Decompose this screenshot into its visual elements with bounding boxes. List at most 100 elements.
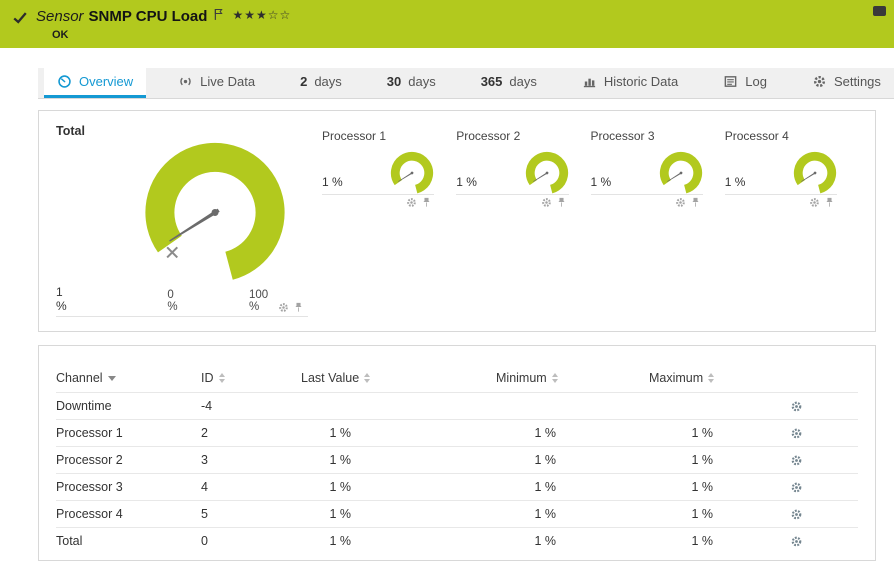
ok-check-icon xyxy=(12,10,28,26)
processor-gauge-dial xyxy=(525,151,569,195)
cell-last-value: 1 % xyxy=(301,534,421,548)
cell-channel[interactable]: Total xyxy=(56,534,201,548)
cell-last-value: 1 % xyxy=(301,426,421,440)
cell-id: -4 xyxy=(201,399,301,413)
table-row[interactable]: Downtime -4 xyxy=(56,392,858,419)
small-gauge-label: Processor 1 xyxy=(322,129,434,143)
tab-number: 30 xyxy=(387,74,401,89)
tab-settings[interactable]: Settings xyxy=(799,68,894,98)
cell-minimum: 1 % xyxy=(421,534,591,548)
channel-table-header: Channel ID Last Value Minimum Maximum xyxy=(56,364,858,392)
small-gauge-label: Processor 3 xyxy=(591,129,703,143)
flag-icon[interactable] xyxy=(214,8,223,21)
sort-toggle-icon[interactable] xyxy=(364,373,370,383)
priority-stars[interactable]: ★★★☆☆ xyxy=(232,8,291,22)
pin-icon[interactable] xyxy=(824,197,835,208)
cell-maximum: 1 % xyxy=(591,480,746,494)
pin-icon[interactable] xyxy=(556,197,567,208)
channel-settings-icon[interactable] xyxy=(790,481,803,494)
tab-label: Settings xyxy=(834,74,881,89)
gauges-panel: Total 1 % 0 % 100 % Processor xyxy=(38,110,876,332)
channel-settings-icon[interactable] xyxy=(790,535,803,548)
channel-table-body: Downtime -4 Processor 1 2 1 % 1 % 1 % Pr… xyxy=(56,392,858,554)
column-header-channel[interactable]: Channel xyxy=(56,371,103,385)
cell-minimum: 1 % xyxy=(421,426,591,440)
pin-icon[interactable] xyxy=(421,197,432,208)
cell-id: 2 xyxy=(201,426,301,440)
column-header-id[interactable]: ID xyxy=(201,371,214,385)
cell-channel[interactable]: Processor 4 xyxy=(56,507,201,521)
gauge-settings-icon[interactable] xyxy=(809,197,820,208)
gauge-settings-icon[interactable] xyxy=(541,197,552,208)
table-row[interactable]: Processor 2 3 1 % 1 % 1 % xyxy=(56,446,858,473)
cell-minimum: 1 % xyxy=(421,453,591,467)
processor-gauge: Processor 2 1 % xyxy=(456,129,590,317)
gauge-min-label: 0 % xyxy=(167,289,185,313)
small-gauge-value: 1 % xyxy=(725,175,746,189)
cell-channel[interactable]: Downtime xyxy=(56,399,201,413)
tab-2-days[interactable]: 2 days xyxy=(287,68,355,98)
small-gauge-value: 1 % xyxy=(456,175,477,189)
tab-label: days xyxy=(408,74,435,89)
cell-last-value: 1 % xyxy=(301,507,421,521)
tab-overview[interactable]: Overview xyxy=(44,68,146,98)
column-header-last-value[interactable]: Last Value xyxy=(301,371,359,385)
gauge-settings-icon[interactable] xyxy=(278,302,289,313)
table-row[interactable]: Processor 3 4 1 % 1 % 1 % xyxy=(56,473,858,500)
cell-maximum: 1 % xyxy=(591,507,746,521)
small-gauge-value: 1 % xyxy=(591,175,612,189)
cell-maximum: 1 % xyxy=(591,426,746,440)
gauge-settings-icon[interactable] xyxy=(675,197,686,208)
pin-icon[interactable] xyxy=(690,197,701,208)
overview-gauge-icon xyxy=(57,74,72,89)
cell-id: 5 xyxy=(201,507,301,521)
cell-channel[interactable]: Processor 3 xyxy=(56,480,201,494)
cell-maximum: 1 % xyxy=(591,534,746,548)
corner-menu-icon[interactable] xyxy=(873,6,886,16)
gauge-max-label: 100 % xyxy=(249,289,278,313)
sort-toggle-icon[interactable] xyxy=(708,373,714,383)
small-gauge-label: Processor 2 xyxy=(456,129,568,143)
gauge-settings-icon[interactable] xyxy=(406,197,417,208)
small-gauge-label: Processor 4 xyxy=(725,129,837,143)
tab-label: Historic Data xyxy=(604,74,678,89)
cell-minimum: 1 % xyxy=(421,480,591,494)
tab-label: days xyxy=(314,74,341,89)
tab-30-days[interactable]: 30 days xyxy=(374,68,449,98)
tab-live-data[interactable]: Live Data xyxy=(165,68,268,98)
tab-label: Live Data xyxy=(200,74,255,89)
table-row[interactable]: Processor 4 5 1 % 1 % 1 % xyxy=(56,500,858,527)
processor-gauge: Processor 4 1 % xyxy=(725,129,859,317)
channel-settings-icon[interactable] xyxy=(790,454,803,467)
tab-number: 2 xyxy=(300,74,307,89)
cell-id: 4 xyxy=(201,480,301,494)
cell-last-value: 1 % xyxy=(301,453,421,467)
processor-gauge-dial xyxy=(793,151,837,195)
sort-toggle-icon[interactable] xyxy=(219,373,225,383)
tab-historic-data[interactable]: Historic Data xyxy=(569,68,691,98)
tab-label: Log xyxy=(745,74,767,89)
channel-settings-icon[interactable] xyxy=(790,427,803,440)
total-gauge-value: 1 % xyxy=(56,285,74,313)
cell-last-value: 1 % xyxy=(301,480,421,494)
sort-toggle-icon[interactable] xyxy=(552,373,558,383)
table-row[interactable]: Processor 1 2 1 % 1 % 1 % xyxy=(56,419,858,446)
sort-descending-icon[interactable] xyxy=(108,376,116,381)
cell-id: 3 xyxy=(201,453,301,467)
tab-log[interactable]: Log xyxy=(710,68,780,98)
column-header-minimum[interactable]: Minimum xyxy=(496,371,547,385)
column-header-maximum[interactable]: Maximum xyxy=(649,371,703,385)
table-row[interactable]: Total 0 1 % 1 % 1 % xyxy=(56,527,858,554)
channel-settings-icon[interactable] xyxy=(790,508,803,521)
cell-channel[interactable]: Processor 1 xyxy=(56,426,201,440)
cell-channel[interactable]: Processor 2 xyxy=(56,453,201,467)
small-gauges: Processor 1 1 % Processor 2 1 % xyxy=(308,124,859,317)
log-icon xyxy=(723,74,738,89)
pin-icon[interactable] xyxy=(293,302,304,313)
channel-settings-icon[interactable] xyxy=(790,400,803,413)
tab-bar: Overview Live Data 2 days 30 days 365 da… xyxy=(38,68,894,99)
tab-365-days[interactable]: 365 days xyxy=(468,68,550,98)
processor-gauge: Processor 1 1 % xyxy=(322,129,456,317)
sensor-header: Sensor SNMP CPU Load ★★★☆☆ OK xyxy=(0,0,894,48)
cell-minimum: 1 % xyxy=(421,507,591,521)
